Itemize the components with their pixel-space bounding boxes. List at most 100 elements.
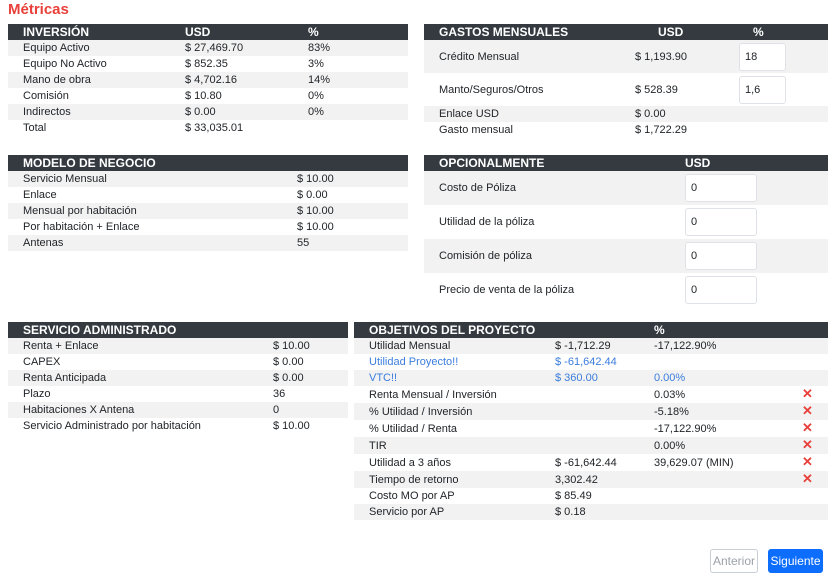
row-label: % Utilidad / Renta — [369, 422, 458, 435]
manto-pct-input[interactable]: 1,6 — [739, 75, 786, 104]
utilidad-poliza-input[interactable]: 0 — [685, 208, 757, 236]
usd-header: USD — [620, 24, 724, 40]
table-row: Servicio Administrado por habitación $ 10… — [8, 418, 348, 434]
usd-header: USD — [170, 24, 293, 40]
row-label: Comisión de póliza — [424, 239, 670, 273]
comision-poliza-input[interactable]: 0 — [685, 242, 757, 270]
row-pct: -17,122.90% — [654, 422, 717, 435]
inversion-table: INVERSIÓN USD % Equipo Activo $ 27,469.70… — [8, 24, 408, 136]
table-row: Tiempo de retorno 3,302.42 ✕ — [354, 471, 828, 488]
row-label: % Utilidad / Inversión — [354, 403, 540, 420]
row-label: Comisión — [23, 90, 69, 102]
table-row: Renta + Enlace $ 10.00 — [8, 338, 348, 354]
table-row: % Utilidad / Inversión -5.18% ✕ — [354, 403, 828, 420]
row-usd: $ 1,722.29 — [635, 124, 687, 136]
row-value: $ 10.00 — [273, 420, 310, 432]
row-value: $ 10.00 — [282, 171, 408, 187]
row-label: Renta Anticipada — [8, 370, 258, 386]
costo-poliza-input[interactable]: 0 — [685, 174, 757, 202]
row-pct — [646, 471, 774, 488]
row-label: Crédito Mensual — [424, 40, 620, 73]
table-row: Costo MO por AP $ 85.49 — [354, 488, 828, 504]
table-row: Utilidad de la póliza 0 — [424, 205, 828, 239]
row-label: Costo MO por AP — [369, 490, 455, 502]
table-row: CAPEX $ 0.00 — [8, 354, 348, 370]
close-icon: ✕ — [802, 386, 813, 401]
row-label: TIR — [354, 437, 540, 454]
row-usd: $ -61,642.44 — [555, 456, 617, 469]
table-row: Comisión $ 10.80 0% — [8, 88, 408, 104]
row-label: Servicio Mensual — [8, 171, 282, 187]
row-usd: $ 1,193.90 — [620, 40, 724, 73]
table-row: Utilidad Mensual $ -1,712.29 -17,122.90% — [354, 338, 828, 354]
row-label: Plazo — [23, 388, 51, 400]
table-row: Manto/Seguros/Otros $ 528.39 1,6 — [424, 73, 828, 106]
row-label: Servicio Administrado por habitación — [23, 420, 201, 432]
row-pct: 0.00% — [646, 437, 774, 454]
close-icon: ✕ — [802, 437, 813, 452]
row-label: Precio de venta de la póliza — [439, 284, 575, 296]
table-row: Servicio Mensual $ 10.00 — [8, 171, 408, 187]
row-label: Equipo Activo — [8, 40, 170, 56]
row-value: $ 10.00 — [297, 221, 334, 233]
row-value: 0 — [258, 402, 348, 418]
usd-header: USD — [670, 155, 828, 171]
gastos-header: GASTOS MENSUALES — [424, 24, 620, 40]
table-row: Precio de venta de la póliza 0 — [424, 273, 828, 307]
table-row: Utilidad Proyecto!! $ -61,642.44 — [354, 354, 828, 370]
row-label: Equipo No Activo — [23, 58, 107, 70]
row-usd: $ -1,712.29 — [540, 338, 646, 354]
table-row: % Utilidad / Renta -17,122.90% ✕ — [354, 420, 828, 437]
row-usd: $ 85.49 — [555, 490, 592, 502]
table-row: VTC!! $ 360.00 0.00% — [354, 370, 828, 386]
row-label: Gasto mensual — [439, 124, 513, 136]
anterior-button[interactable]: Anterior — [710, 549, 758, 573]
table-row: Enlace USD $ 0.00 — [424, 106, 828, 122]
table-row: Costo de Póliza 0 — [424, 171, 828, 205]
row-usd: $ -61,642.44 — [555, 356, 617, 368]
row-usd: $ 27,469.70 — [170, 40, 293, 56]
close-icon: ✕ — [802, 454, 813, 469]
row-value: 36 — [273, 388, 286, 400]
row-usd: $ 852.35 — [185, 58, 228, 70]
row-usd: $ 0.00 — [170, 104, 293, 120]
gastos-table: GASTOS MENSUALES USD % Crédito Mensual $… — [424, 24, 828, 138]
row-usd: $ 33,035.01 — [185, 122, 244, 134]
row-usd: $ 360.00 — [540, 370, 646, 386]
row-label: Costo de Póliza — [424, 171, 670, 205]
row-label: Utilidad Proyecto!! — [369, 356, 459, 368]
row-value: $ 0.00 — [297, 189, 328, 201]
row-usd: $ 4,702.16 — [170, 72, 293, 88]
row-label: Habitaciones X Antena — [8, 402, 258, 418]
table-row: Comisión de póliza 0 — [424, 239, 828, 273]
pct-header: % — [646, 322, 774, 338]
table-row: Mensual por habitación $ 10.00 — [8, 203, 408, 219]
row-value: $ 10.00 — [258, 338, 348, 354]
table-row: Plazo 36 — [8, 386, 348, 402]
row-label: Indirectos — [8, 104, 170, 120]
row-value: $ 0.00 — [273, 356, 304, 368]
precio-venta-poliza-input[interactable]: 0 — [685, 276, 757, 304]
inversion-header: INVERSIÓN — [8, 24, 170, 40]
row-label: Total — [23, 122, 47, 134]
table-row: Total $ 33,035.01 — [8, 120, 408, 136]
table-row: Gasto mensual $ 1,722.29 — [424, 122, 828, 138]
siguiente-button[interactable]: Siguiente — [768, 549, 823, 573]
row-label: Enlace USD — [424, 106, 620, 122]
row-label: Servicio por AP — [354, 504, 540, 520]
row-pct — [646, 354, 774, 370]
row-pct: -17,122.90% — [646, 338, 774, 354]
objetivos-usd-header — [540, 322, 646, 338]
row-label: Utilidad Mensual — [354, 338, 540, 354]
table-row: Crédito Mensual $ 1,193.90 18 — [424, 40, 828, 73]
pct-header: % — [724, 24, 828, 40]
row-value: $ 10.00 — [282, 203, 408, 219]
row-pct: 3% — [308, 58, 324, 70]
row-pct: 39,629.07 (MIN) — [654, 456, 734, 469]
row-pct: -5.18% — [646, 403, 774, 420]
opcional-header: OPCIONALMENTE — [424, 155, 670, 171]
table-row: Habitaciones X Antena 0 — [8, 402, 348, 418]
row-usd: $ 0.18 — [540, 504, 646, 520]
credito-pct-input[interactable]: 18 — [739, 42, 786, 71]
row-label: VTC!! — [354, 370, 540, 386]
